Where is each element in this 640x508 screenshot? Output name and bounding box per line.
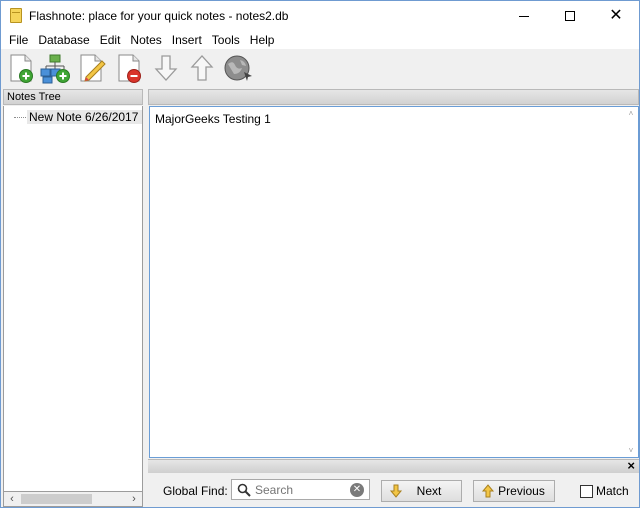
scroll-down-icon[interactable]: ˅ [626, 446, 636, 455]
add-subnote-button[interactable] [39, 52, 71, 84]
note-content[interactable]: MajorGeeks Testing 1 [155, 112, 271, 126]
window-title: Flashnote: place for your quick notes - … [29, 9, 289, 23]
notes-tree[interactable]: New Note 6/26/2017 - [3, 106, 143, 491]
previous-label: Previous [498, 484, 545, 498]
minimize-icon [519, 15, 529, 17]
notepad-icon [10, 8, 22, 23]
menu-help[interactable]: Help [245, 31, 280, 49]
web-icon [224, 55, 252, 81]
maximize-button[interactable] [547, 1, 593, 31]
clear-search-icon[interactable]: ✕ [350, 483, 364, 497]
checkbox-icon[interactable] [580, 484, 593, 498]
notes-tree-header: Notes Tree [3, 89, 143, 105]
scroll-right-icon[interactable]: › [127, 492, 141, 506]
maximize-icon [565, 11, 575, 21]
menu-tools[interactable]: Tools [207, 31, 245, 49]
scroll-up-icon[interactable]: ˄ [626, 109, 636, 118]
arrow-up-icon [481, 484, 495, 498]
note-editor[interactable]: MajorGeeks Testing 1 ˄ ˅ [149, 106, 639, 458]
add-subnote-icon [40, 54, 70, 84]
edit-note-icon [80, 54, 106, 82]
horizontal-scrollbar[interactable]: ‹ › [3, 491, 143, 507]
menu-insert[interactable]: Insert [167, 31, 207, 49]
move-down-button[interactable] [150, 52, 182, 84]
previous-button[interactable]: Previous [473, 480, 555, 502]
next-button[interactable]: Next [381, 480, 462, 502]
edit-note-button[interactable] [75, 52, 107, 84]
scroll-left-icon[interactable]: ‹ [5, 492, 19, 506]
minimize-button[interactable] [501, 1, 547, 31]
menu-edit[interactable]: Edit [95, 31, 126, 49]
find-bar: Global Find: ✕ Next Previous Match [148, 473, 639, 507]
close-button[interactable]: ✕ [593, 1, 639, 31]
delete-note-button[interactable] [113, 52, 145, 84]
search-input[interactable] [255, 482, 347, 497]
delete-note-icon [118, 54, 141, 83]
notes-tree-panel: Notes Tree New Note 6/26/2017 - ‹ › [3, 89, 143, 507]
move-up-icon [190, 55, 214, 81]
scrollbar-thumb[interactable] [21, 494, 92, 504]
toolbar [1, 49, 639, 87]
move-down-icon [154, 55, 178, 81]
search-icon [237, 483, 251, 497]
global-find-label: Global Find: [163, 484, 228, 498]
web-button[interactable] [222, 52, 254, 84]
add-note-button[interactable] [5, 52, 37, 84]
menu-file[interactable]: File [4, 31, 33, 49]
menu-bar: File Database Edit Notes Insert Tools He… [1, 31, 639, 49]
move-up-button[interactable] [186, 52, 218, 84]
menu-database[interactable]: Database [33, 31, 94, 49]
match-checkbox[interactable]: Match [580, 484, 629, 498]
add-note-icon [10, 54, 33, 83]
match-label: Match [596, 484, 629, 498]
title-bar: Flashnote: place for your quick notes - … [1, 1, 639, 31]
next-label: Next [416, 484, 442, 498]
close-icon: ✕ [609, 7, 623, 24]
app-window: Flashnote: place for your quick notes - … [0, 0, 640, 508]
find-close-icon[interactable]: × [627, 459, 635, 473]
tree-item[interactable]: New Note 6/26/2017 - [27, 110, 142, 124]
find-bar-header: × [148, 459, 639, 473]
tree-connector [14, 117, 26, 118]
editor-header [148, 89, 639, 105]
menu-notes[interactable]: Notes [125, 31, 166, 49]
arrow-down-icon [389, 484, 403, 498]
search-field[interactable]: ✕ [231, 479, 370, 500]
